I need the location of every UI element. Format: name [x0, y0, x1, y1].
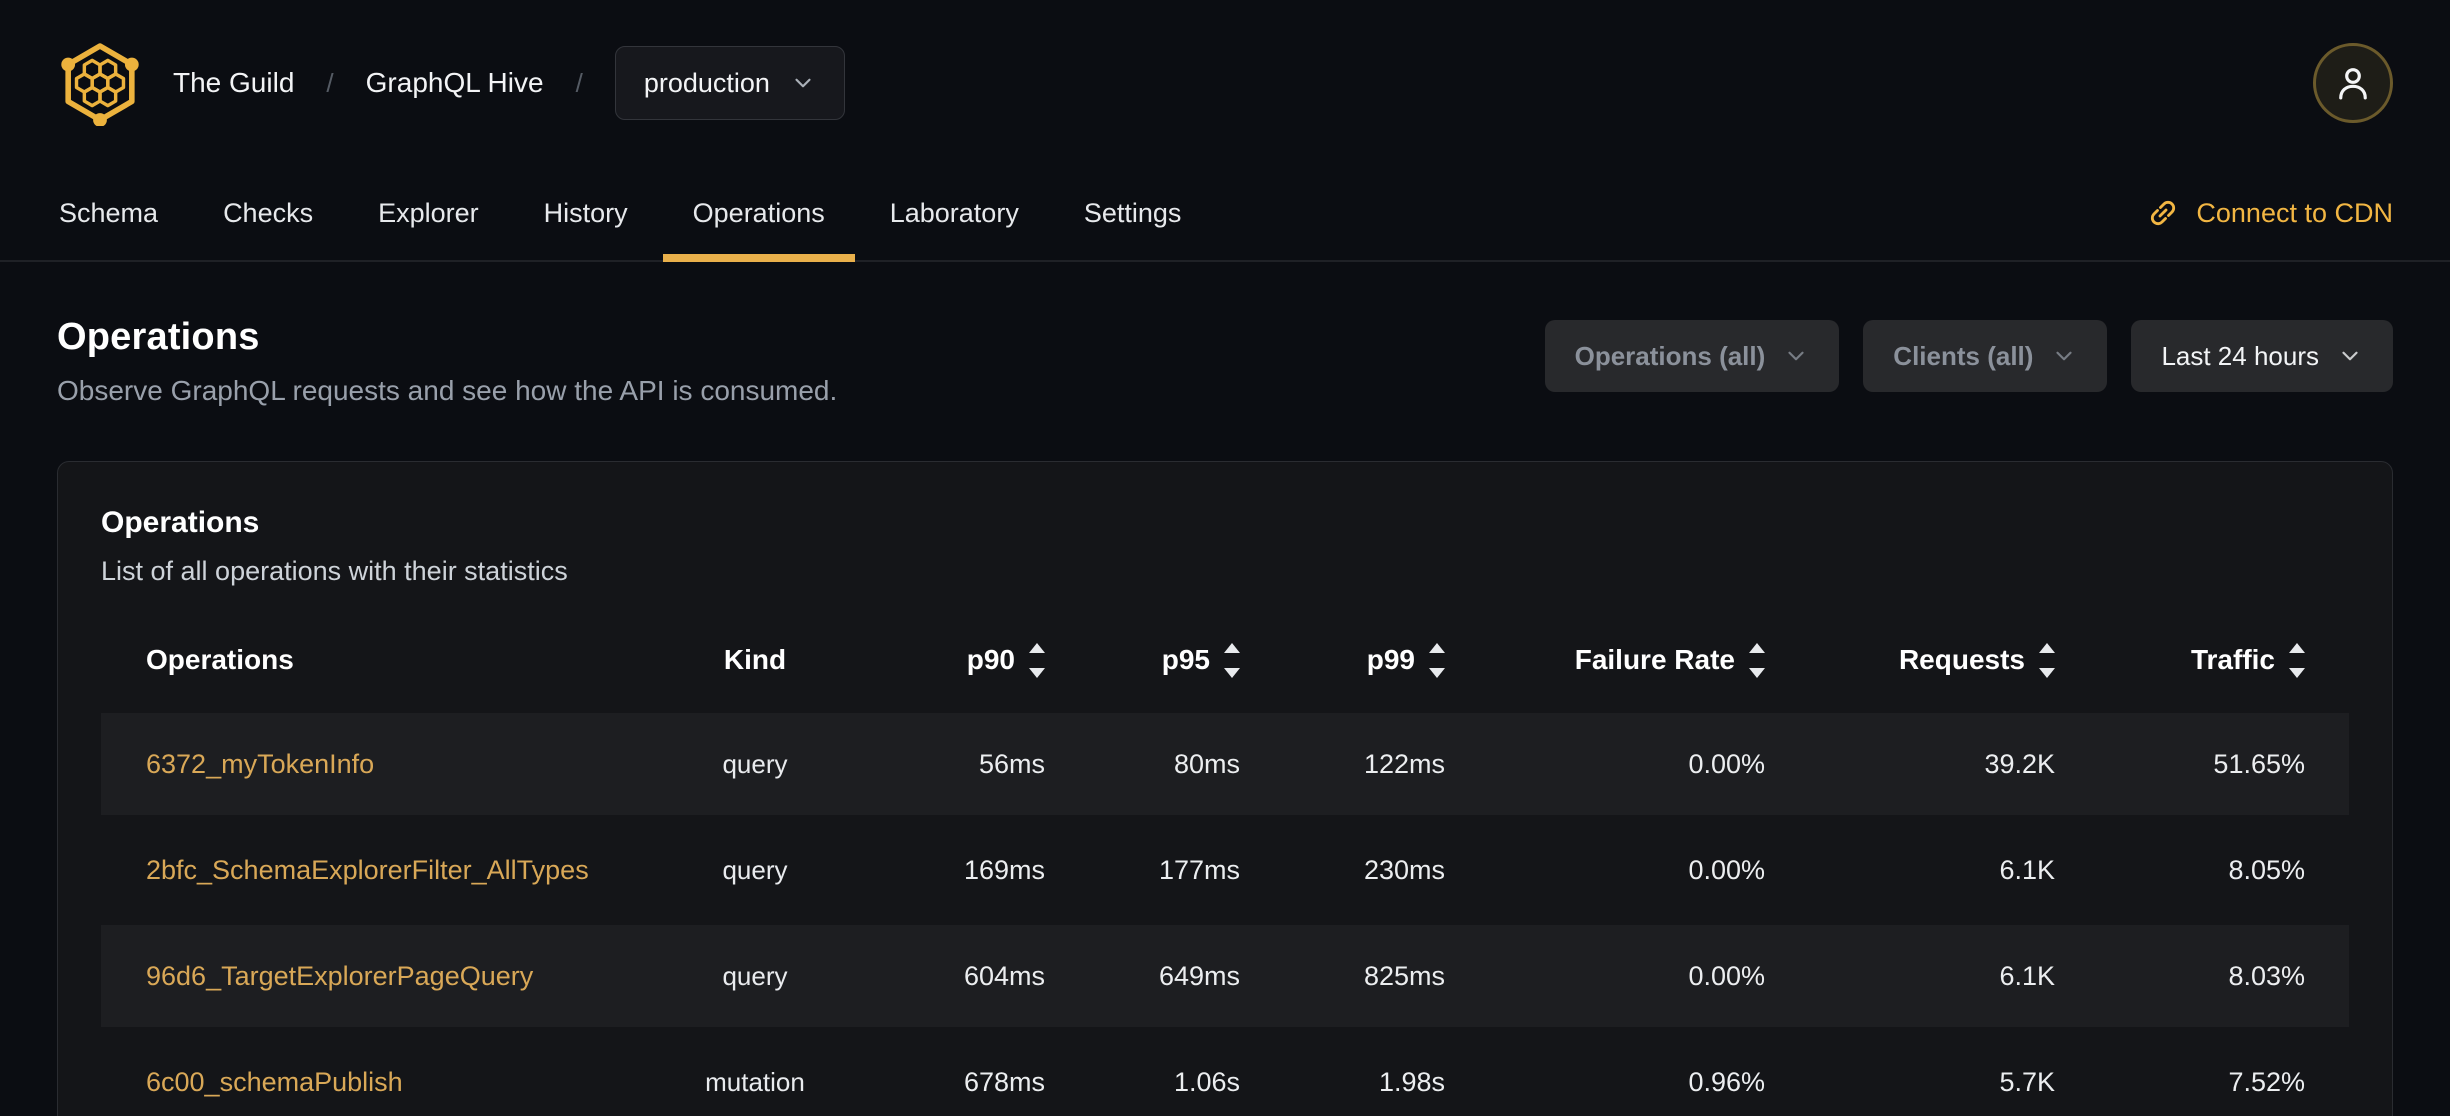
- connect-to-cdn-link[interactable]: Connect to CDN: [2146, 166, 2393, 260]
- breadcrumb-separator: /: [326, 67, 334, 98]
- card-title: Operations: [101, 506, 260, 539]
- breadcrumb: The Guild / GraphQL Hive / production: [173, 46, 845, 120]
- cell-traffic: 8.03%: [2055, 925, 2349, 1027]
- sort-icon: [1029, 642, 1045, 678]
- breadcrumb-separator: /: [575, 67, 583, 98]
- card-subtitle: List of all operations with their statis…: [101, 556, 568, 586]
- cell-requests: 6.1K: [1999, 854, 2055, 885]
- column-header-operations: Operations: [146, 644, 294, 675]
- operations-table: Operations Kind p90 p95 p99 Failure Rate…: [101, 607, 2349, 1116]
- sort-icon: [1749, 642, 1765, 678]
- cell-requests: 5.7K: [1999, 1066, 2055, 1097]
- page-header: Operations Observe GraphQL requests and …: [0, 262, 2450, 407]
- table-row: 2bfc_SchemaExplorerFilter_AllTypes query…: [101, 819, 2349, 921]
- connect-to-cdn-label: Connect to CDN: [2196, 197, 2393, 228]
- filter-bar: Operations (all) Clients (all) Last 24 h…: [1544, 320, 2393, 392]
- cell-p99: 825ms: [1240, 925, 1445, 1027]
- operation-link[interactable]: 6372_myTokenInfo: [146, 749, 374, 779]
- column-header-failure-rate[interactable]: Failure Rate: [1445, 611, 1765, 709]
- user-icon: [2339, 68, 2367, 100]
- cell-p99: 1.98s: [1378, 1066, 1445, 1097]
- cell-p95: 80ms: [1045, 713, 1240, 815]
- breadcrumb-project[interactable]: GraphQL Hive: [366, 67, 544, 99]
- cell-kind: query: [640, 925, 870, 1027]
- table-row: 6c00_schemaPublish mutation 678ms 1.06s …: [101, 1031, 2349, 1116]
- cell-kind: query: [722, 854, 788, 885]
- target-selector-value: production: [643, 67, 770, 98]
- table-row: 6372_myTokenInfo query 56ms 80ms 122ms 0…: [101, 713, 2349, 815]
- tab-checks[interactable]: Checks: [193, 166, 343, 260]
- tab-settings[interactable]: Settings: [1054, 166, 1212, 260]
- page-title: Operations: [57, 316, 260, 358]
- cell-p90: 604ms: [870, 925, 1045, 1027]
- column-header-requests[interactable]: Requests: [1765, 611, 2055, 709]
- cell-failure-rate: 0.00%: [1688, 854, 1765, 885]
- cell-failure-rate: 0.00%: [1445, 713, 1765, 815]
- user-menu-button[interactable]: [2313, 43, 2393, 123]
- sort-icon: [2039, 642, 2055, 678]
- operations-filter-label: Operations (all): [1574, 340, 1766, 371]
- clients-filter-label: Clients (all): [1893, 340, 2034, 371]
- operations-filter-dropdown[interactable]: Operations (all): [1544, 320, 1840, 392]
- target-selector-dropdown[interactable]: production: [614, 46, 845, 120]
- time-range-dropdown[interactable]: Last 24 hours: [2131, 320, 2393, 392]
- column-header-p95[interactable]: p95: [1045, 611, 1240, 709]
- column-header-traffic[interactable]: Traffic: [2055, 611, 2349, 709]
- operation-link[interactable]: 6c00_schemaPublish: [146, 1067, 403, 1097]
- cell-kind: query: [640, 713, 870, 815]
- chevron-down-icon: [795, 78, 811, 88]
- tab-history[interactable]: History: [514, 166, 658, 260]
- cell-p90: 56ms: [870, 713, 1045, 815]
- chevron-down-icon: [2342, 351, 2358, 361]
- cell-p95: 649ms: [1045, 925, 1240, 1027]
- cell-traffic: 51.65%: [2055, 713, 2349, 815]
- column-header-kind: Kind: [723, 644, 787, 675]
- sort-icon: [1224, 642, 1240, 678]
- main-nav: Schema Checks Explorer History Operation…: [0, 166, 2450, 262]
- time-range-label: Last 24 hours: [2161, 340, 2319, 371]
- clients-filter-dropdown[interactable]: Clients (all): [1863, 320, 2108, 392]
- cell-failure-rate: 0.96%: [1688, 1066, 1765, 1097]
- cell-requests: 6.1K: [1765, 925, 2055, 1027]
- main-content: Operations Observe GraphQL requests and …: [0, 262, 2450, 1116]
- page-subtitle: Observe GraphQL requests and see how the…: [57, 375, 838, 406]
- cell-p99: 230ms: [1363, 854, 1445, 885]
- cell-kind: mutation: [705, 1066, 805, 1097]
- cell-traffic: 7.52%: [2228, 1066, 2305, 1097]
- hive-logo-icon[interactable]: [57, 40, 143, 127]
- table-header-row: Operations Kind p90 p95 p99 Failure Rate…: [101, 611, 2349, 709]
- sort-icon: [1429, 642, 1445, 678]
- top-header: The Guild / GraphQL Hive / production: [0, 0, 2450, 166]
- sort-icon: [2289, 642, 2305, 678]
- operations-card: Operations List of all operations with t…: [57, 461, 2393, 1116]
- tab-explorer[interactable]: Explorer: [348, 166, 509, 260]
- cell-requests: 39.2K: [1765, 713, 2055, 815]
- chain-link-icon: [2151, 200, 2176, 226]
- cell-traffic: 8.05%: [2228, 854, 2305, 885]
- column-header-p99[interactable]: p99: [1240, 611, 1445, 709]
- column-header-p90[interactable]: p90: [870, 611, 1045, 709]
- tab-operations[interactable]: Operations: [662, 166, 855, 262]
- cell-p90: 678ms: [963, 1066, 1045, 1097]
- table-row: 96d6_TargetExplorerPageQuery query 604ms…: [101, 925, 2349, 1027]
- operation-link[interactable]: 96d6_TargetExplorerPageQuery: [146, 961, 533, 991]
- cell-failure-rate: 0.00%: [1445, 925, 1765, 1027]
- cell-p95: 177ms: [1158, 854, 1240, 885]
- app-root: The Guild / GraphQL Hive / production Sc…: [0, 0, 2450, 1116]
- tab-schema[interactable]: Schema: [29, 166, 188, 260]
- tab-laboratory[interactable]: Laboratory: [860, 166, 1049, 260]
- cell-p99: 122ms: [1240, 713, 1445, 815]
- operation-link[interactable]: 2bfc_SchemaExplorerFilter_AllTypes: [146, 855, 589, 885]
- chevron-down-icon: [2056, 351, 2073, 361]
- cell-p95: 1.06s: [1173, 1066, 1240, 1097]
- chevron-down-icon: [1788, 351, 1804, 361]
- cell-p90: 169ms: [963, 854, 1045, 885]
- breadcrumb-org[interactable]: The Guild: [173, 67, 294, 99]
